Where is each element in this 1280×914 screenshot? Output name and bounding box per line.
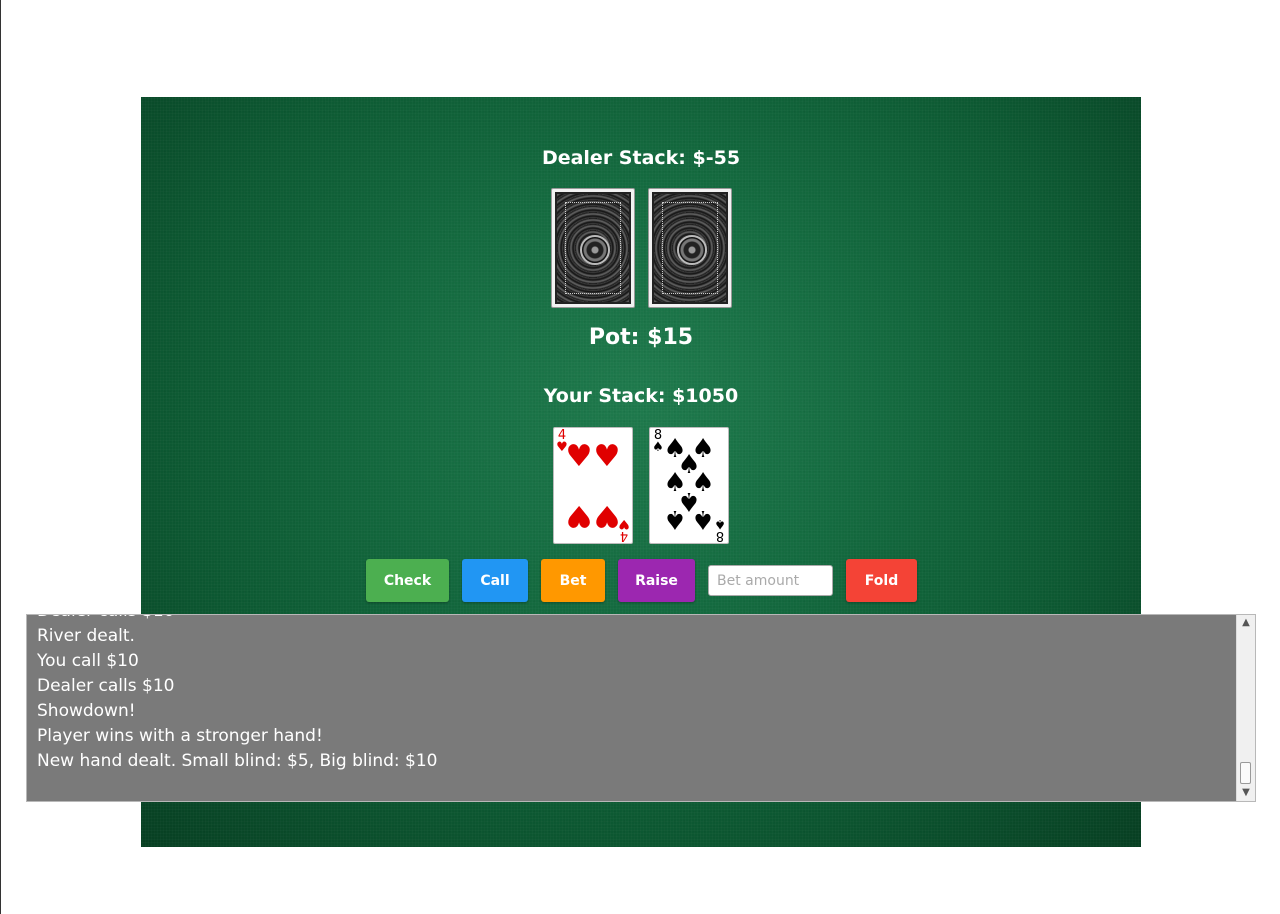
log-line: River dealt. xyxy=(37,626,135,646)
pot-label: Pot: $15 xyxy=(588,325,694,350)
player-stack-label: Your Stack: $1050 xyxy=(543,385,739,407)
log-line: Dealer calls $10 xyxy=(37,676,175,696)
player-card-2: 8 ♠ ♠ ♠ ♠ ♠ ♠ ♠ ♠ ♠ 8 ♠ xyxy=(649,427,729,544)
log-line: You call $10 xyxy=(37,651,139,671)
raise-button[interactable]: Raise xyxy=(618,559,695,602)
bet-button[interactable]: Bet xyxy=(541,559,605,602)
dealer-stack-label: Dealer Stack: $-55 xyxy=(541,147,741,169)
game-log[interactable]: Dealer calls $10 River dealt. You call $… xyxy=(26,614,1256,802)
scroll-up-arrow-icon[interactable]: ▲ xyxy=(1237,615,1255,631)
dealer-card-2 xyxy=(648,188,732,308)
heart-icon: ♥ xyxy=(593,439,621,474)
log-line: Player wins with a stronger hand! xyxy=(37,726,323,746)
log-line: New hand dealt. Small blind: $5, Big bli… xyxy=(37,751,438,771)
player-card-1: 4 ♥ ♥ ♥ ♥ ♥ 4 ♥ xyxy=(553,427,633,544)
window-edge xyxy=(0,0,1,914)
log-scrollbar[interactable]: ▲ ▼ xyxy=(1236,615,1255,801)
card-corner-bottom: 8 ♠ xyxy=(714,516,726,543)
scroll-thumb[interactable] xyxy=(1240,762,1251,784)
card-corner-bottom: 4 ♥ xyxy=(618,516,630,543)
game-log-content: Dealer calls $10 River dealt. You call $… xyxy=(37,615,1235,774)
log-line: Dealer calls $10 xyxy=(37,615,1235,624)
heart-icon: ♥ xyxy=(565,439,593,474)
dealer-card-1 xyxy=(551,188,635,308)
spade-icon: ♠ xyxy=(663,504,687,534)
spade-icon: ♠ xyxy=(714,516,726,531)
heart-icon: ♥ xyxy=(618,516,630,531)
bet-amount-input[interactable] xyxy=(708,565,833,596)
log-line: Showdown! xyxy=(37,701,136,721)
card-back-icon xyxy=(652,192,728,304)
scroll-down-arrow-icon[interactable]: ▼ xyxy=(1237,785,1255,801)
call-button[interactable]: Call xyxy=(462,559,528,602)
check-button[interactable]: Check xyxy=(366,559,449,602)
heart-icon: ♥ xyxy=(565,498,593,533)
fold-button[interactable]: Fold xyxy=(846,559,917,602)
card-back-icon xyxy=(555,192,631,304)
